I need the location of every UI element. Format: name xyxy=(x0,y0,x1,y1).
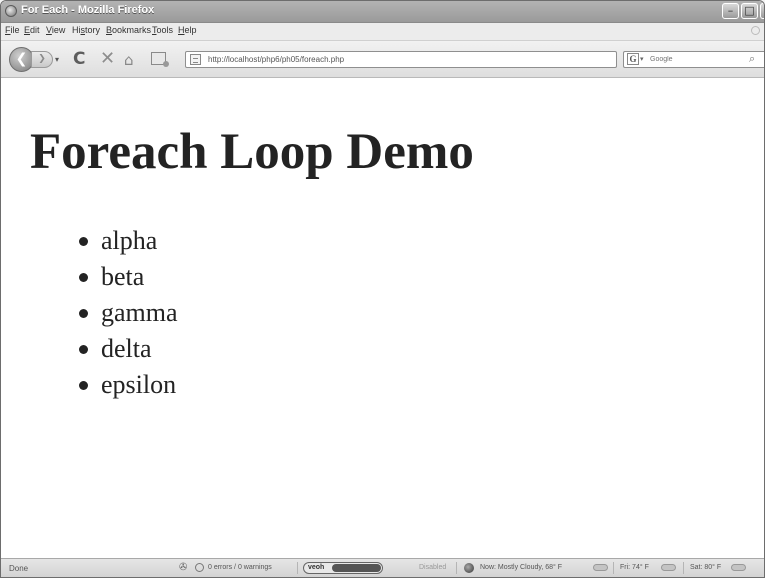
title-bar: For Each - Mozilla Firefox – □ xyxy=(1,1,764,23)
rain-cloud-icon xyxy=(661,564,676,571)
close-button[interactable] xyxy=(760,3,764,19)
page-favicon-icon xyxy=(190,54,201,65)
disabled-status[interactable]: Disabled xyxy=(419,564,446,571)
veoh-addon[interactable]: veoh xyxy=(303,562,383,574)
status-divider xyxy=(456,562,457,574)
errors-status[interactable]: 0 errors / 0 warnings xyxy=(208,564,272,571)
menu-view[interactable]: View xyxy=(46,25,65,35)
list-item-label: alpha xyxy=(101,226,158,255)
home-button[interactable]: ⌂ xyxy=(124,51,134,69)
menu-file[interactable]: File xyxy=(5,25,20,35)
navigation-toolbar: ❮ ❯ ▾ C ✕ ⌂ http://localhost/php6/ph05/f… xyxy=(1,41,764,78)
list-item: delta xyxy=(79,332,178,368)
menu-bookmarks[interactable]: Bookmarks xyxy=(106,25,151,35)
veoh-progress-bar xyxy=(332,564,381,572)
forward-button[interactable]: ❯ xyxy=(31,51,53,68)
reload-button[interactable]: C xyxy=(73,50,85,68)
cloud-icon xyxy=(593,564,608,571)
bullet-icon xyxy=(79,381,88,390)
menu-tools[interactable]: Tools xyxy=(152,25,173,35)
tools-icon[interactable]: ✇ xyxy=(179,562,187,573)
window-title: For Each - Mozilla Firefox xyxy=(21,4,155,16)
activity-throbber-icon xyxy=(751,26,760,35)
weather-sat[interactable]: Sat: 80° F xyxy=(690,564,721,571)
status-divider xyxy=(683,562,684,574)
page-heading: Foreach Loop Demo xyxy=(30,124,474,180)
stop-button[interactable]: ✕ xyxy=(100,50,115,68)
maximize-button[interactable]: □ xyxy=(741,3,758,19)
page-content: Foreach Loop Demo alpha beta gamma delta… xyxy=(1,78,764,558)
menu-help[interactable]: Help xyxy=(178,25,197,35)
weather-now[interactable]: Now: Mostly Cloudy, 68° F xyxy=(480,564,562,571)
status-divider xyxy=(613,562,614,574)
bullet-icon xyxy=(79,309,88,318)
item-list: alpha beta gamma delta epsilon xyxy=(79,224,178,404)
validator-ok-icon[interactable] xyxy=(195,563,204,572)
list-item-label: epsilon xyxy=(101,370,177,399)
search-bar: G ▾ ⌕ xyxy=(623,51,764,68)
status-text: Done xyxy=(9,564,29,573)
search-input[interactable] xyxy=(650,53,740,65)
globe-icon[interactable] xyxy=(464,563,474,573)
menu-history[interactable]: History xyxy=(72,25,100,35)
list-item-label: delta xyxy=(101,334,152,363)
list-item: beta xyxy=(79,260,178,296)
bullet-icon xyxy=(79,237,88,246)
menu-bar: File Edit View History Bookmarks Tools H… xyxy=(1,23,764,41)
sun-cloud-icon xyxy=(731,564,746,571)
bullet-icon xyxy=(79,273,88,282)
veoh-label: veoh xyxy=(308,564,325,571)
list-item: epsilon xyxy=(79,368,178,404)
history-dropdown-icon[interactable]: ▾ xyxy=(55,55,59,64)
list-item: gamma xyxy=(79,296,178,332)
firefox-icon xyxy=(5,5,17,17)
minimize-button[interactable]: – xyxy=(722,3,739,19)
search-engine-dropdown-icon[interactable]: ▾ xyxy=(640,55,644,63)
status-divider xyxy=(297,562,298,574)
bookmark-page-icon[interactable] xyxy=(151,52,169,67)
weather-fri[interactable]: Fri: 74° F xyxy=(620,564,649,571)
menu-edit[interactable]: Edit xyxy=(24,25,40,35)
url-bar[interactable]: http://localhost/php6/ph05/foreach.php ☆… xyxy=(185,51,617,68)
search-go-icon[interactable]: ⌕ xyxy=(749,52,755,66)
bullet-icon xyxy=(79,345,88,354)
url-text[interactable]: http://localhost/php6/ph05/foreach.php xyxy=(208,55,344,64)
list-item-label: beta xyxy=(101,262,145,291)
status-bar: Done ✇ 0 errors / 0 warnings veoh Disabl… xyxy=(1,558,764,577)
browser-window: For Each - Mozilla Firefox – □ File Edit… xyxy=(0,0,765,578)
list-item-label: gamma xyxy=(101,298,178,327)
search-engine-icon[interactable]: G xyxy=(627,53,639,65)
list-item: alpha xyxy=(79,224,178,260)
